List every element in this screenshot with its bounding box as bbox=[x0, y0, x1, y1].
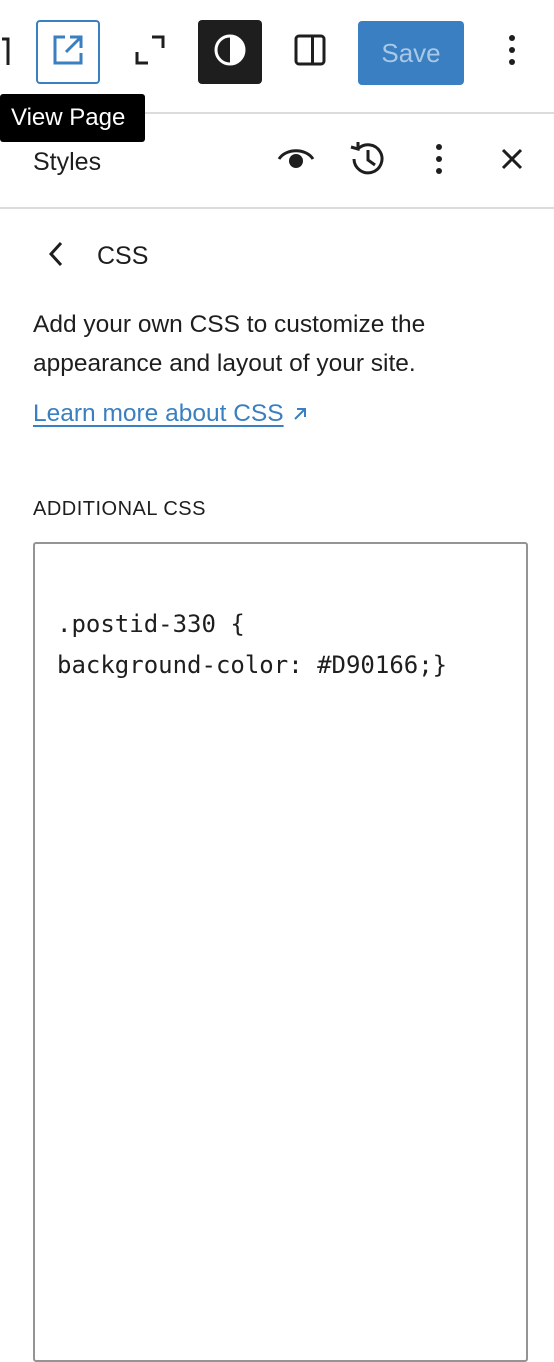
history-icon bbox=[348, 140, 386, 183]
options-button[interactable] bbox=[480, 20, 544, 84]
css-panel-title: CSS bbox=[97, 242, 149, 270]
vertical-ellipsis-icon bbox=[508, 33, 516, 72]
fullscreen-button[interactable] bbox=[118, 20, 182, 84]
eye-icon bbox=[277, 146, 315, 177]
style-toggle-button[interactable] bbox=[198, 20, 262, 84]
panel-title: Styles bbox=[33, 148, 102, 176]
external-link-icon bbox=[51, 33, 85, 72]
contrast-icon bbox=[213, 33, 247, 72]
back-button[interactable] bbox=[36, 236, 76, 276]
learn-more-link[interactable]: Learn more about CSS bbox=[33, 400, 308, 429]
save-button[interactable]: Save bbox=[358, 21, 464, 85]
close-styles-button[interactable] bbox=[487, 136, 537, 186]
arrow-up-right-icon bbox=[292, 401, 308, 429]
css-description: Add your own CSS to customize the appear… bbox=[33, 311, 426, 377]
css-panel-nav: CSS bbox=[0, 232, 554, 280]
fullscreen-icon bbox=[133, 33, 167, 72]
revisions-button[interactable] bbox=[342, 136, 392, 186]
styles-options-button[interactable] bbox=[414, 136, 464, 186]
view-page-tooltip: View Page bbox=[0, 94, 145, 142]
learn-more-label: Learn more about CSS bbox=[33, 400, 284, 427]
sidebar-toggle-icon bbox=[293, 33, 327, 72]
additional-css-label: ADDITIONAL CSS bbox=[33, 498, 206, 520]
additional-css-textarea[interactable]: .postid-330 { background-color: #D90166;… bbox=[33, 542, 528, 1362]
settings-sidebar-button[interactable] bbox=[278, 20, 342, 84]
style-book-button[interactable] bbox=[271, 136, 321, 186]
vertical-ellipsis-icon bbox=[435, 142, 443, 181]
partially-visible-icon[interactable] bbox=[0, 35, 12, 69]
chevron-left-icon bbox=[48, 241, 64, 272]
close-icon bbox=[500, 147, 524, 176]
view-page-button[interactable] bbox=[36, 20, 100, 84]
